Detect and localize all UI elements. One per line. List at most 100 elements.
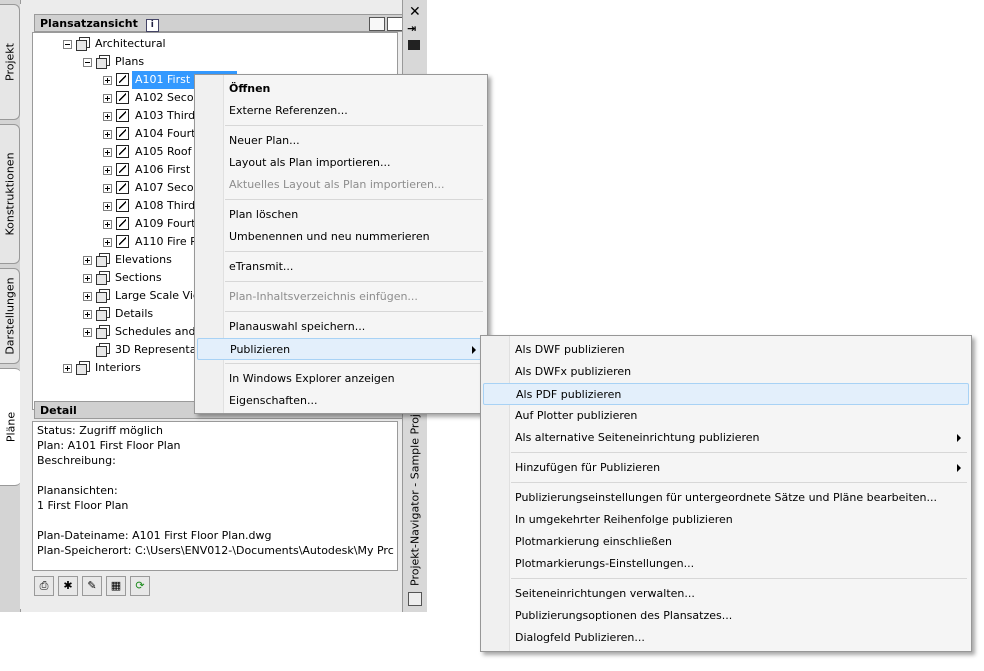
palette-side-tabs: Projekt Konstruktionen Darstellungen Plä… <box>0 0 21 612</box>
expand-icon[interactable] <box>103 238 112 247</box>
menu-item-label: Plan-Inhaltsverzeichnis einfügen... <box>229 290 418 303</box>
menu-item-label: Eigenschaften... <box>229 394 318 407</box>
info-icon[interactable]: i <box>145 19 159 32</box>
sheet-icon <box>116 73 129 86</box>
expand-icon[interactable] <box>103 94 112 103</box>
expand-icon[interactable] <box>103 112 112 121</box>
folder-view-icon[interactable] <box>387 17 403 31</box>
menu-item-label: Externe Referenzen... <box>229 104 348 117</box>
menu-item[interactable]: Externe Referenzen... <box>197 100 485 122</box>
palette-settings-icon[interactable] <box>408 592 422 606</box>
subset-icon <box>76 37 90 51</box>
expand-icon[interactable] <box>103 148 112 157</box>
node-label: Architectural <box>95 37 166 50</box>
refresh-icon[interactable]: ⟳ <box>130 576 150 596</box>
sheet-icon <box>116 235 129 248</box>
menu-item[interactable]: Als PDF publizieren <box>483 383 969 405</box>
subset-icon <box>96 307 110 321</box>
menu-item-label: Plotmarkierung einschließen <box>515 535 672 548</box>
subset-icon <box>96 289 110 303</box>
collapse-icon[interactable] <box>63 40 72 49</box>
menu-item-label: eTransmit... <box>229 260 294 273</box>
close-icon[interactable]: ✕ <box>409 4 421 20</box>
menu-item[interactable]: Plotmarkierung einschließen <box>483 531 969 553</box>
sheet-icon <box>116 181 129 194</box>
detail-line: Planansichten: <box>37 484 118 497</box>
node-label: Sections <box>115 271 162 284</box>
menu-item[interactable]: Als DWFx publizieren <box>483 361 969 383</box>
menu-item[interactable]: In umgekehrter Reihenfolge publizieren <box>483 509 969 531</box>
detail-line: Status: Zugriff möglich <box>37 424 163 437</box>
sheet-set-toggle-icon[interactable] <box>369 17 385 31</box>
tab-plaene[interactable]: Pläne <box>0 368 21 486</box>
subset-node[interactable]: Plans <box>33 53 397 71</box>
menu-separator <box>511 578 967 579</box>
expand-icon[interactable] <box>103 220 112 229</box>
menu-item[interactable]: Umbenennen und neu nummerieren <box>197 226 485 248</box>
tab-label: Konstruktionen <box>3 152 16 236</box>
expand-icon[interactable] <box>103 76 112 85</box>
menu-item[interactable]: Als alternative Seiteneinrichtung publiz… <box>483 427 969 449</box>
menu-item[interactable]: Als DWF publizieren <box>483 339 969 361</box>
publish-icon[interactable]: ⎙ <box>34 576 54 596</box>
menu-item[interactable]: Öffnen <box>197 78 485 100</box>
expand-icon[interactable] <box>83 328 92 337</box>
menu-item-label: Umbenennen und neu nummerieren <box>229 230 430 243</box>
menu-item-label: In Windows Explorer anzeigen <box>229 372 395 385</box>
menu-item-label: Layout als Plan importieren... <box>229 156 391 169</box>
tab-projekt[interactable]: Projekt <box>0 4 20 120</box>
expand-icon[interactable] <box>103 166 112 175</box>
expand-icon[interactable] <box>103 202 112 211</box>
sheet-list-icon[interactable]: ▦ <box>106 576 126 596</box>
auto-hide-icon[interactable]: ⇥ <box>407 22 416 35</box>
tab-darstellungen[interactable]: Darstellungen <box>0 268 20 364</box>
menu-item[interactable]: eTransmit... <box>197 256 485 278</box>
menu-item[interactable]: Publizierungseinstellungen für untergeor… <box>483 487 969 509</box>
menu-item[interactable]: Eigenschaften... <box>197 390 485 412</box>
sheet-icon <box>116 109 129 122</box>
menu-item-label: Hinzufügen für Publizieren <box>515 461 661 474</box>
menu-item[interactable]: Plan löschen <box>197 204 485 226</box>
menu-item-label: Seiteneinrichtungen verwalten... <box>515 587 695 600</box>
tab-label: Darstellungen <box>3 277 16 355</box>
menu-item[interactable]: Publizierungsoptionen des Plansatzes... <box>483 605 969 627</box>
menu-item-label: Plotmarkierungs-Einstellungen... <box>515 557 695 570</box>
menu-item[interactable]: In Windows Explorer anzeigen <box>197 368 485 390</box>
expand-icon[interactable] <box>83 256 92 265</box>
detail-line: Beschreibung: <box>37 454 116 467</box>
node-label: A104 Fourth <box>135 127 203 140</box>
menu-item[interactable]: Auf Plotter publizieren <box>483 405 969 427</box>
palette-title: Projekt-Navigator - Sample Proj <box>408 414 422 586</box>
node-label: Details <box>115 307 154 320</box>
expand-icon[interactable] <box>83 292 92 301</box>
node-label: Interiors <box>95 361 141 374</box>
menu-item-label: Als DWF publizieren <box>515 343 625 356</box>
node-label: A105 Roof P <box>135 145 202 158</box>
detail-line: Plan-Dateiname: A101 First Floor Plan.dw… <box>37 529 272 542</box>
subset-node[interactable]: Architectural <box>33 35 397 53</box>
new-sheet-icon[interactable]: ✱ <box>58 576 78 596</box>
menu-item[interactable]: Publizieren <box>197 338 485 360</box>
menu-item[interactable]: Seiteneinrichtungen verwalten... <box>483 583 969 605</box>
expand-icon[interactable] <box>83 310 92 319</box>
properties-icon[interactable] <box>408 40 420 50</box>
expand-icon[interactable] <box>103 130 112 139</box>
sheet-properties-icon[interactable]: ✎ <box>82 576 102 596</box>
expand-icon[interactable] <box>103 184 112 193</box>
subset-icon <box>76 361 90 375</box>
menu-item[interactable]: Neuer Plan... <box>197 130 485 152</box>
menu-item[interactable]: Dialogfeld Publizieren... <box>483 627 969 649</box>
menu-item[interactable]: Planauswahl speichern... <box>197 316 485 338</box>
node-label: Large Scale Vie <box>115 289 200 302</box>
tab-konstruktionen[interactable]: Konstruktionen <box>0 124 20 264</box>
node-label: 3D Representat <box>115 343 201 356</box>
menu-item[interactable]: Hinzufügen für Publizieren <box>483 457 969 479</box>
expand-icon[interactable] <box>83 274 92 283</box>
node-label: A106 First F <box>135 163 200 176</box>
menu-item[interactable]: Plotmarkierungs-Einstellungen... <box>483 553 969 575</box>
context-menu: Öffnen Externe Referenzen... Neuer Plan...… <box>194 74 488 414</box>
menu-item[interactable]: Layout als Plan importieren... <box>197 152 485 174</box>
expand-icon[interactable] <box>63 364 72 373</box>
collapse-icon[interactable] <box>83 58 92 67</box>
subset-icon <box>96 55 110 69</box>
